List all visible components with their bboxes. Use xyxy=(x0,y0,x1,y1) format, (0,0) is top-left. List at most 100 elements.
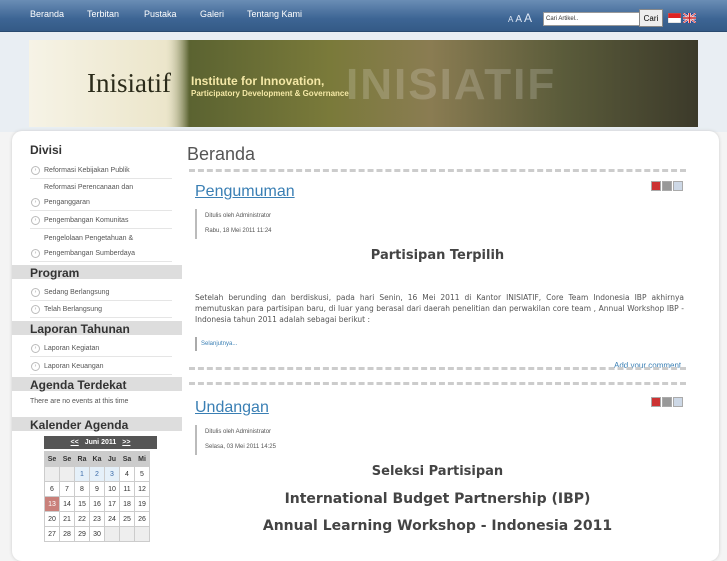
search-input[interactable]: Cari Artikel.. xyxy=(543,12,641,26)
calendar-day[interactable]: 17 xyxy=(104,496,120,512)
weekday-cell: Ju xyxy=(104,451,120,467)
calendar-day-today[interactable]: 13 xyxy=(44,496,60,512)
sidebar-item-sedang-berlangsung[interactable]: › Sedang Berlangsung xyxy=(30,285,172,301)
read-more-link[interactable]: Selanjutnya... xyxy=(195,337,237,351)
arrow-icon: › xyxy=(31,165,40,175)
calendar-prev-link[interactable]: << xyxy=(71,439,79,446)
weekday-cell: Se xyxy=(59,451,75,467)
nav-beranda[interactable]: Beranda xyxy=(30,9,64,19)
calendar-day[interactable]: 22 xyxy=(74,511,90,527)
calendar-day[interactable]: 25 xyxy=(119,511,135,527)
arrow-icon: › xyxy=(31,197,40,207)
laporan-heading: Laporan Tahunan xyxy=(30,322,130,336)
calendar-day[interactable]: 19 xyxy=(134,496,150,512)
calendar-day[interactable]: 20 xyxy=(44,511,60,527)
email-icon[interactable] xyxy=(673,181,683,191)
sidebar-item-penganggaran[interactable]: › Penganggaran xyxy=(30,195,172,211)
calendar-day[interactable]: 10 xyxy=(104,481,120,497)
calendar-weekday-row: Se Se Ra Ka Ju Sa Mi xyxy=(44,451,150,467)
calendar-day[interactable]: 12 xyxy=(134,481,150,497)
uk-flag-icon[interactable] xyxy=(683,13,696,23)
calendar-day[interactable]: 26 xyxy=(134,511,150,527)
calendar-day[interactable]: 7 xyxy=(59,481,75,497)
nav-galeri[interactable]: Galeri xyxy=(200,9,224,19)
print-icon[interactable] xyxy=(662,181,672,191)
calendar-day[interactable]: 2 xyxy=(89,466,105,482)
pdf-icon[interactable] xyxy=(651,181,661,191)
calendar-day[interactable]: 3 xyxy=(104,466,120,482)
header-banner: Inisiatif INISIATIF Institute for Innova… xyxy=(29,40,698,127)
arrow-icon: › xyxy=(31,287,40,297)
calendar-day[interactable]: 30 xyxy=(89,526,105,542)
font-medium-button[interactable]: A xyxy=(515,14,522,25)
program-heading: Program xyxy=(30,266,80,280)
calendar-week-row: 13 14 15 16 17 18 19 xyxy=(44,496,150,512)
calendar-day[interactable]: 15 xyxy=(74,496,90,512)
sidebar-item-laporan-keuangan[interactable]: › Laporan Keuangan xyxy=(30,359,172,375)
sidebar-item-pengelolaan-pengetahuan[interactable]: Pengelolaan Pengetahuan & xyxy=(30,231,172,246)
calendar-day[interactable]: 28 xyxy=(59,526,75,542)
calendar-day[interactable]: 5 xyxy=(134,466,150,482)
page-title: Beranda xyxy=(187,144,256,164)
article-heading: Seleksi Partisipan xyxy=(371,464,504,479)
calendar-day[interactable]: 18 xyxy=(119,496,135,512)
site-logo[interactable]: Inisiatif xyxy=(87,68,171,99)
calendar-day[interactable]: 27 xyxy=(44,526,60,542)
font-large-button[interactable]: A xyxy=(524,11,532,25)
calendar-next-link[interactable]: >> xyxy=(122,439,130,446)
article-body: Setelah berunding dan berdiskusi, pada h… xyxy=(195,293,684,324)
sidebar-item-pengembangan-sumberdaya[interactable]: › Pengembangan Sumberdaya xyxy=(30,246,172,262)
calendar-day[interactable]: 16 xyxy=(89,496,105,512)
nav-terbitan[interactable]: Terbitan xyxy=(87,9,119,19)
print-icon[interactable] xyxy=(662,397,672,407)
article-title-undangan[interactable]: Undangan xyxy=(195,399,269,417)
article-author: Ditulis oleh Administrator xyxy=(205,213,272,219)
calendar-day xyxy=(44,466,60,482)
calendar-day[interactable]: 8 xyxy=(74,481,90,497)
calendar-day xyxy=(119,526,135,542)
sidebar-item-pengembangan-komunitas[interactable]: › Pengembangan Komunitas xyxy=(30,213,172,229)
divider xyxy=(189,169,686,172)
article-tools xyxy=(650,397,683,409)
calendar-day xyxy=(104,526,120,542)
calendar-day xyxy=(59,466,75,482)
calendar-day[interactable]: 9 xyxy=(89,481,105,497)
agenda-empty-text: There are no events at this time xyxy=(30,398,129,405)
indonesia-flag-icon[interactable] xyxy=(668,13,681,23)
divider xyxy=(189,367,686,370)
font-small-button[interactable]: A xyxy=(508,15,513,24)
divider xyxy=(189,382,686,385)
sidebar-item-reformasi-kebijakan[interactable]: › Reformasi Kebijakan Publik xyxy=(30,163,172,179)
article-date: Selasa, 03 Mei 2011 14:25 xyxy=(205,444,276,450)
article-meta: Ditulis oleh Administrator Rabu, 18 Mei … xyxy=(195,209,272,239)
article-tools xyxy=(650,181,683,193)
nav-tentang-kami[interactable]: Tentang Kami xyxy=(247,9,302,19)
calendar-day[interactable]: 11 xyxy=(119,481,135,497)
tagline-line1: Institute for Innovation, xyxy=(191,74,325,88)
weekday-cell: Ka xyxy=(89,451,105,467)
agenda-heading: Agenda Terdekat xyxy=(30,378,127,392)
search-button[interactable]: Cari xyxy=(639,9,663,27)
calendar-day[interactable]: 14 xyxy=(59,496,75,512)
pdf-icon[interactable] xyxy=(651,397,661,407)
banner-watermark: INISIATIF xyxy=(346,60,557,109)
email-icon[interactable] xyxy=(673,397,683,407)
arrow-icon: › xyxy=(31,343,40,353)
sidebar-item-reformasi-perencanaan[interactable]: Reformasi Perencanaan dan xyxy=(30,180,172,195)
tagline-line2: Participatory Development & Governance xyxy=(191,89,349,98)
article-title-pengumuman[interactable]: Pengumuman xyxy=(195,183,295,201)
sidebar-item-laporan-kegiatan[interactable]: › Laporan Kegiatan xyxy=(30,341,172,357)
sidebar-item-telah-berlangsung[interactable]: › Telah Berlangsung xyxy=(30,302,172,318)
article-author: Ditulis oleh Administrator xyxy=(205,429,272,435)
calendar-day[interactable]: 29 xyxy=(74,526,90,542)
calendar-day[interactable]: 4 xyxy=(119,466,135,482)
calendar-day[interactable]: 6 xyxy=(44,481,60,497)
calendar-day[interactable]: 24 xyxy=(104,511,120,527)
calendar-week-row: 6 7 8 9 10 11 12 xyxy=(44,481,150,497)
calendar-day[interactable]: 23 xyxy=(89,511,105,527)
nav-pustaka[interactable]: Pustaka xyxy=(144,9,177,19)
kalender-heading: Kalender Agenda xyxy=(30,418,129,432)
arrow-icon: › xyxy=(31,304,40,314)
calendar-day[interactable]: 1 xyxy=(74,466,90,482)
calendar-day[interactable]: 21 xyxy=(59,511,75,527)
